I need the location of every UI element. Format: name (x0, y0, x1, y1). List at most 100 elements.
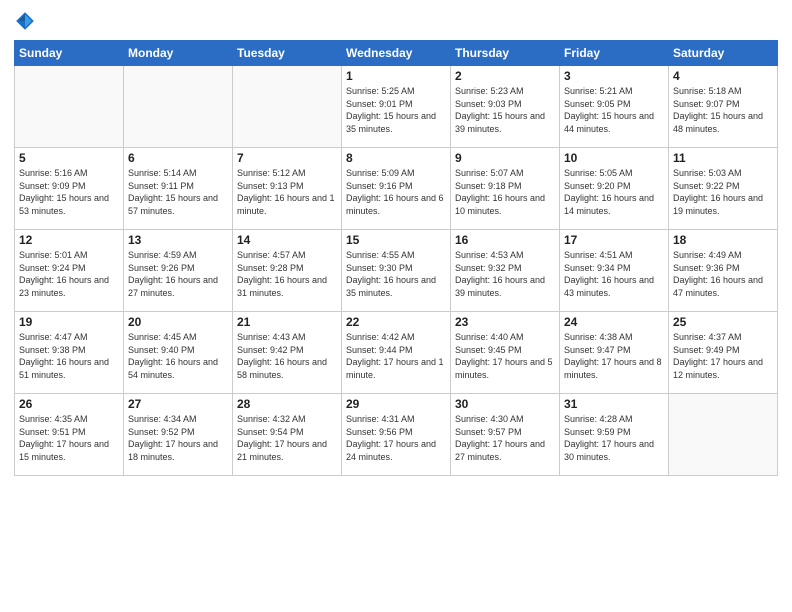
day-number: 21 (237, 315, 337, 329)
day-cell (669, 394, 778, 476)
day-number: 4 (673, 69, 773, 83)
day-number: 1 (346, 69, 446, 83)
day-info: Sunrise: 4:34 AM Sunset: 9:52 PM Dayligh… (128, 413, 228, 463)
day-cell: 7 Sunrise: 5:12 AM Sunset: 9:13 PM Daylig… (233, 148, 342, 230)
day-number: 29 (346, 397, 446, 411)
day-header-wednesday: Wednesday (342, 41, 451, 66)
day-header-monday: Monday (124, 41, 233, 66)
day-number: 24 (564, 315, 664, 329)
day-cell: 24 Sunrise: 4:38 AM Sunset: 9:47 PM Dayli… (560, 312, 669, 394)
day-cell: 19 Sunrise: 4:47 AM Sunset: 9:38 PM Dayli… (15, 312, 124, 394)
day-cell: 26Sunrise: 4:35 AM Sunset: 9:51 PM Dayli… (15, 394, 124, 476)
day-number: 19 (19, 315, 119, 329)
day-cell: 8Sunrise: 5:09 AM Sunset: 9:16 PM Daylig… (342, 148, 451, 230)
day-number: 11 (673, 151, 773, 165)
day-info: Sunrise: 4:37 AM Sunset: 9:49 PM Dayligh… (673, 331, 773, 381)
day-info: Sunrise: 4:51 AM Sunset: 9:34 PM Dayligh… (564, 249, 664, 299)
day-number: 12 (19, 233, 119, 247)
day-number: 30 (455, 397, 555, 411)
day-cell: 2 Sunrise: 5:23 AM Sunset: 9:03 PM Daylig… (451, 66, 560, 148)
day-cell: 10 Sunrise: 5:05 AM Sunset: 9:20 PM Dayli… (560, 148, 669, 230)
day-cell: 15 Sunrise: 4:55 AM Sunset: 9:30 PM Dayli… (342, 230, 451, 312)
day-cell: 12 Sunrise: 5:01 AM Sunset: 9:24 PM Dayli… (15, 230, 124, 312)
day-info: Sunrise: 4:53 AM Sunset: 9:32 PM Dayligh… (455, 249, 555, 299)
day-info: Sunrise: 4:38 AM Sunset: 9:47 PM Dayligh… (564, 331, 664, 381)
day-header-saturday: Saturday (669, 41, 778, 66)
day-cell: 5Sunrise: 5:16 AM Sunset: 9:09 PM Daylig… (15, 148, 124, 230)
day-info: Sunrise: 5:23 AM Sunset: 9:03 PM Dayligh… (455, 85, 555, 135)
day-cell: 31 Sunrise: 4:28 AM Sunset: 9:59 PM Dayli… (560, 394, 669, 476)
day-number: 8 (346, 151, 446, 165)
day-cell: 9 Sunrise: 5:07 AM Sunset: 9:18 PM Daylig… (451, 148, 560, 230)
day-number: 15 (346, 233, 446, 247)
day-number: 31 (564, 397, 664, 411)
day-cell: 23Sunrise: 4:40 AM Sunset: 9:45 PM Dayli… (451, 312, 560, 394)
week-row-2: 12 Sunrise: 5:01 AM Sunset: 9:24 PM Dayli… (15, 230, 778, 312)
day-cell: 27 Sunrise: 4:34 AM Sunset: 9:52 PM Dayli… (124, 394, 233, 476)
day-cell: 20 Sunrise: 4:45 AM Sunset: 9:40 PM Dayli… (124, 312, 233, 394)
week-row-0: 1Sunrise: 5:25 AM Sunset: 9:01 PM Daylig… (15, 66, 778, 148)
calendar-header-row: SundayMondayTuesdayWednesdayThursdayFrid… (15, 41, 778, 66)
day-number: 26 (19, 397, 119, 411)
day-header-thursday: Thursday (451, 41, 560, 66)
day-info: Sunrise: 4:45 AM Sunset: 9:40 PM Dayligh… (128, 331, 228, 381)
day-number: 9 (455, 151, 555, 165)
day-cell: 18Sunrise: 4:49 AM Sunset: 9:36 PM Dayli… (669, 230, 778, 312)
day-number: 27 (128, 397, 228, 411)
day-info: Sunrise: 5:18 AM Sunset: 9:07 PM Dayligh… (673, 85, 773, 135)
day-info: Sunrise: 4:32 AM Sunset: 9:54 PM Dayligh… (237, 413, 337, 463)
day-cell: 11 Sunrise: 5:03 AM Sunset: 9:22 PM Dayli… (669, 148, 778, 230)
day-cell: 14 Sunrise: 4:57 AM Sunset: 9:28 PM Dayli… (233, 230, 342, 312)
day-cell: 17Sunrise: 4:51 AM Sunset: 9:34 PM Dayli… (560, 230, 669, 312)
day-number: 28 (237, 397, 337, 411)
day-cell (15, 66, 124, 148)
day-info: Sunrise: 4:55 AM Sunset: 9:30 PM Dayligh… (346, 249, 446, 299)
day-info: Sunrise: 5:07 AM Sunset: 9:18 PM Dayligh… (455, 167, 555, 217)
day-info: Sunrise: 4:59 AM Sunset: 9:26 PM Dayligh… (128, 249, 228, 299)
day-info: Sunrise: 4:28 AM Sunset: 9:59 PM Dayligh… (564, 413, 664, 463)
day-info: Sunrise: 5:05 AM Sunset: 9:20 PM Dayligh… (564, 167, 664, 217)
day-cell: 3 Sunrise: 5:21 AM Sunset: 9:05 PM Daylig… (560, 66, 669, 148)
day-number: 20 (128, 315, 228, 329)
logo-icon (14, 10, 36, 32)
day-cell: 21 Sunrise: 4:43 AM Sunset: 9:42 PM Dayli… (233, 312, 342, 394)
header (14, 10, 778, 32)
day-number: 7 (237, 151, 337, 165)
day-info: Sunrise: 4:57 AM Sunset: 9:28 PM Dayligh… (237, 249, 337, 299)
day-info: Sunrise: 5:21 AM Sunset: 9:05 PM Dayligh… (564, 85, 664, 135)
day-number: 23 (455, 315, 555, 329)
day-number: 22 (346, 315, 446, 329)
day-number: 6 (128, 151, 228, 165)
day-number: 13 (128, 233, 228, 247)
day-info: Sunrise: 4:47 AM Sunset: 9:38 PM Dayligh… (19, 331, 119, 381)
day-cell: 25 Sunrise: 4:37 AM Sunset: 9:49 PM Dayli… (669, 312, 778, 394)
day-number: 3 (564, 69, 664, 83)
day-info: Sunrise: 5:12 AM Sunset: 9:13 PM Dayligh… (237, 167, 337, 217)
page: SundayMondayTuesdayWednesdayThursdayFrid… (0, 0, 792, 612)
day-number: 2 (455, 69, 555, 83)
day-cell: 13 Sunrise: 4:59 AM Sunset: 9:26 PM Dayli… (124, 230, 233, 312)
day-cell: 22 Sunrise: 4:42 AM Sunset: 9:44 PM Dayli… (342, 312, 451, 394)
day-cell: 28 Sunrise: 4:32 AM Sunset: 9:54 PM Dayli… (233, 394, 342, 476)
day-info: Sunrise: 5:01 AM Sunset: 9:24 PM Dayligh… (19, 249, 119, 299)
logo (14, 10, 38, 32)
calendar: SundayMondayTuesdayWednesdayThursdayFrid… (14, 40, 778, 476)
week-row-3: 19 Sunrise: 4:47 AM Sunset: 9:38 PM Dayli… (15, 312, 778, 394)
day-number: 5 (19, 151, 119, 165)
day-header-sunday: Sunday (15, 41, 124, 66)
day-cell: 1Sunrise: 5:25 AM Sunset: 9:01 PM Daylig… (342, 66, 451, 148)
day-info: Sunrise: 5:03 AM Sunset: 9:22 PM Dayligh… (673, 167, 773, 217)
day-info: Sunrise: 5:14 AM Sunset: 9:11 PM Dayligh… (128, 167, 228, 217)
day-info: Sunrise: 4:31 AM Sunset: 9:56 PM Dayligh… (346, 413, 446, 463)
day-number: 14 (237, 233, 337, 247)
day-number: 10 (564, 151, 664, 165)
day-header-tuesday: Tuesday (233, 41, 342, 66)
day-number: 16 (455, 233, 555, 247)
week-row-4: 26Sunrise: 4:35 AM Sunset: 9:51 PM Dayli… (15, 394, 778, 476)
day-number: 25 (673, 315, 773, 329)
day-info: Sunrise: 4:42 AM Sunset: 9:44 PM Dayligh… (346, 331, 446, 381)
week-row-1: 5Sunrise: 5:16 AM Sunset: 9:09 PM Daylig… (15, 148, 778, 230)
day-cell (124, 66, 233, 148)
day-number: 18 (673, 233, 773, 247)
day-info: Sunrise: 4:43 AM Sunset: 9:42 PM Dayligh… (237, 331, 337, 381)
